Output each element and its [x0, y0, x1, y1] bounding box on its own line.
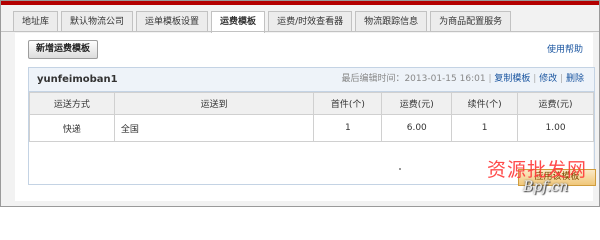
separator: |: [560, 74, 564, 84]
cell-extra-item: 1: [451, 114, 519, 142]
tab-product-service[interactable]: 为商品配置服务: [430, 11, 512, 32]
tab-default-logistics[interactable]: 默认物流公司: [61, 11, 134, 32]
watermark-text: 资源批发网: [487, 159, 588, 181]
cell-destination: 全国: [113, 114, 315, 142]
col-shipping-method: 运送方式: [29, 92, 115, 115]
table-row: 快递 全国 1 6.00 1 1.00: [29, 114, 594, 142]
cell-first-item: 1: [313, 114, 383, 142]
copy-template-link[interactable]: 复制模板: [494, 74, 530, 84]
edit-link[interactable]: 修改: [539, 74, 557, 84]
freight-table: 运送方式 运送到 首件(个) 运费(元) 续件(个) 运费(元) 快递 全国 1…: [29, 92, 594, 142]
cell-first-fee: 6.00: [381, 114, 453, 142]
cell-shipping-method: 快递: [29, 114, 115, 142]
last-edit-label: 最后编辑时间：: [341, 74, 405, 84]
col-extra-item: 续件(个): [451, 92, 519, 115]
tab-underline: [1, 31, 599, 32]
table-header-row: 运送方式 运送到 首件(个) 运费(元) 续件(个) 运费(元): [29, 92, 594, 115]
col-first-item: 首件(个): [313, 92, 383, 115]
template-meta: 最后编辑时间：2013-01-15 16:01 | 复制模板 | 修改 | 删除: [341, 68, 584, 91]
tab-address[interactable]: 地址库: [13, 11, 59, 32]
last-edit-time: 2013-01-15 16:01: [404, 74, 486, 84]
window-frame: 地址库 默认物流公司 运单模板设置 运费模板 运费/时效查看器 物流跟踪信息 为…: [0, 0, 600, 207]
help-link[interactable]: 使用帮助: [547, 42, 583, 55]
top-strip: [1, 1, 599, 5]
tab-bar: 地址库 默认物流公司 运单模板设置 运费模板 运费/时效查看器 物流跟踪信息 为…: [13, 11, 514, 33]
col-destination: 运送到: [113, 92, 315, 115]
watermark-domain: Bpf.cn: [523, 179, 569, 195]
watermark: 资源批发网 Bpf.cn: [471, 153, 596, 203]
separator: |: [533, 74, 537, 84]
tab-logistics-tracking[interactable]: 物流跟踪信息: [355, 11, 428, 32]
template-name: yunfeimoban1: [37, 74, 118, 85]
separator: |: [488, 74, 492, 84]
col-first-fee: 运费(元): [381, 92, 453, 115]
template-header: yunfeimoban1 最后编辑时间：2013-01-15 16:01 | 复…: [29, 68, 594, 92]
new-template-button[interactable]: 新增运费模板: [28, 40, 99, 59]
tab-waybill-template[interactable]: 运单模板设置: [136, 11, 209, 32]
cell-extra-fee: 1.00: [517, 114, 594, 142]
tab-freight-viewer[interactable]: 运费/时效查看器: [268, 11, 353, 32]
tab-freight-template[interactable]: 运费模板: [211, 11, 266, 33]
dot-marker: [399, 168, 401, 170]
delete-link[interactable]: 删除: [566, 74, 584, 84]
col-extra-fee: 运费(元): [517, 92, 594, 115]
